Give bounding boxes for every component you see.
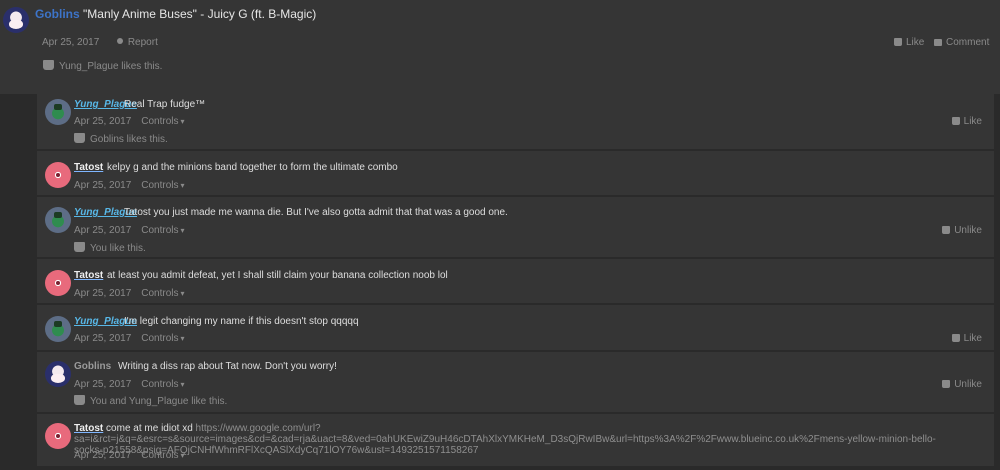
comment-likes-summary: Goblins likes this.	[74, 133, 168, 145]
post-comment-button[interactable]: Comment	[934, 37, 989, 48]
comment-date[interactable]: Apr 25, 2017	[74, 333, 131, 344]
comment-like-button[interactable]: Like	[951, 116, 982, 127]
comment-item: Yung_Plague I'm legit changing my name i…	[37, 305, 994, 351]
comment-likes-summary: You like this.	[74, 242, 146, 254]
comment-meta: Apr 25, 2017 Controls ▾	[74, 333, 185, 344]
thumbs-down-icon	[942, 380, 951, 388]
chevron-down-icon: ▾	[180, 117, 185, 126]
comment-date[interactable]: Apr 25, 2017	[74, 450, 131, 461]
controls-dropdown[interactable]: Controls ▾	[141, 225, 184, 236]
comment-date[interactable]: Apr 25, 2017	[74, 225, 131, 236]
comment-avatar[interactable]	[45, 162, 71, 188]
comment-meta: Apr 25, 2017 Controls ▾	[74, 288, 185, 299]
comment-avatar[interactable]	[45, 361, 71, 387]
comment-likes-summary: You and Yung_Plague like this.	[74, 395, 227, 407]
comment-author[interactable]: Tatost	[74, 162, 103, 173]
controls-dropdown[interactable]: Controls ▾	[141, 288, 184, 299]
post-date[interactable]: Apr 25, 2017	[42, 37, 99, 48]
controls-dropdown[interactable]: Controls ▾	[141, 379, 184, 390]
post-meta: Apr 25, 2017 Report	[42, 37, 158, 48]
post-header: Goblins "Manly Anime Buses" - Juicy G (f…	[0, 0, 1000, 94]
thumbs-up-icon	[951, 334, 960, 342]
post-like-button[interactable]: Like	[894, 37, 924, 48]
comment-text: at least you admit defeat, yet I shall s…	[107, 270, 448, 281]
thumbs-up-icon	[894, 38, 902, 46]
controls-dropdown[interactable]: Controls ▾	[141, 116, 184, 127]
comment-text: Tatost come at me idiot xd https://www.g…	[74, 423, 939, 456]
comment-meta: Apr 25, 2017 Controls ▾	[74, 116, 185, 127]
comment-icon	[934, 39, 942, 46]
chevron-down-icon: ▾	[180, 380, 185, 389]
thumbs-down-icon	[942, 226, 951, 234]
post-author-link[interactable]: Goblins	[35, 7, 80, 21]
comment-date[interactable]: Apr 25, 2017	[74, 180, 131, 191]
chevron-down-icon: ▾	[180, 451, 185, 460]
thumbs-up-icon	[74, 395, 85, 405]
comment-item: Tatost come at me idiot xd https://www.g…	[37, 414, 994, 467]
comment-author[interactable]: Goblins	[74, 361, 111, 372]
comment-date[interactable]: Apr 25, 2017	[74, 379, 131, 390]
controls-dropdown[interactable]: Controls ▾	[141, 180, 184, 191]
chevron-down-icon: ▾	[180, 226, 185, 235]
comment-avatar[interactable]	[45, 316, 71, 342]
comment-meta: Apr 25, 2017 Controls ▾	[74, 450, 185, 461]
comment-text: I'm legit changing my name if this doesn…	[124, 316, 359, 327]
comment-date[interactable]: Apr 25, 2017	[74, 288, 131, 299]
thumbs-up-icon	[74, 242, 85, 252]
comment-text: kelpy g and the minions band together to…	[107, 162, 398, 173]
comments-list: Yung_Plague Real Trap fudge™ Apr 25, 201…	[37, 94, 994, 467]
comment-avatar[interactable]	[45, 99, 71, 125]
comment-text: Real Trap fudge™	[124, 99, 206, 110]
chevron-down-icon: ▾	[180, 334, 185, 343]
comment-item: Tatost at least you admit defeat, yet I …	[37, 259, 994, 304]
post-title-text: "Manly Anime Buses" - Juicy G (ft. B-Mag…	[83, 7, 317, 21]
comment-item: Yung_Plague Real Trap fudge™ Apr 25, 201…	[37, 94, 994, 150]
comment-item: Yung_Plague Tatost you just made me wann…	[37, 197, 994, 258]
comment-avatar[interactable]	[45, 423, 71, 449]
report-link[interactable]: Report	[116, 37, 158, 48]
comment-text: Writing a diss rap about Tat now. Don't …	[118, 361, 337, 372]
controls-dropdown[interactable]: Controls ▾	[141, 333, 184, 344]
comment-author[interactable]: Tatost	[74, 270, 103, 281]
comment-avatar[interactable]	[45, 270, 71, 296]
comment-date[interactable]: Apr 25, 2017	[74, 116, 131, 127]
thumbs-up-icon	[951, 117, 960, 125]
thumbs-up-icon	[74, 133, 85, 143]
comment-avatar[interactable]	[45, 207, 71, 233]
chevron-down-icon: ▾	[180, 289, 185, 298]
report-icon	[116, 38, 123, 44]
comment-meta: Apr 25, 2017 Controls ▾	[74, 225, 185, 236]
comment-item: Goblins Writing a diss rap about Tat now…	[37, 352, 994, 413]
comment-unlike-button[interactable]: Unlike	[942, 379, 982, 390]
comment-author[interactable]: Tatost	[74, 423, 103, 434]
thumbs-up-icon	[43, 60, 54, 70]
comment-meta: Apr 25, 2017 Controls ▾	[74, 379, 185, 390]
post-title: Goblins "Manly Anime Buses" - Juicy G (f…	[35, 7, 316, 21]
comment-text-prefix: come at me idiot xd	[106, 423, 193, 434]
post-author-avatar[interactable]	[3, 7, 29, 33]
comment-meta: Apr 25, 2017 Controls ▾	[74, 180, 185, 191]
post-likes-summary: Yung_Plague likes this.	[43, 60, 162, 72]
chevron-down-icon: ▾	[180, 181, 185, 190]
controls-dropdown[interactable]: Controls ▾	[141, 450, 184, 461]
comment-like-button[interactable]: Like	[951, 333, 982, 344]
comment-item: Tatost kelpy g and the minions band toge…	[37, 151, 994, 196]
comment-unlike-button[interactable]: Unlike	[942, 225, 982, 236]
comment-text: Tatost you just made me wanna die. But I…	[124, 207, 508, 218]
comment-link[interactable]: https://www.google.com/url?sa=i&rct=j&q=…	[74, 423, 936, 456]
